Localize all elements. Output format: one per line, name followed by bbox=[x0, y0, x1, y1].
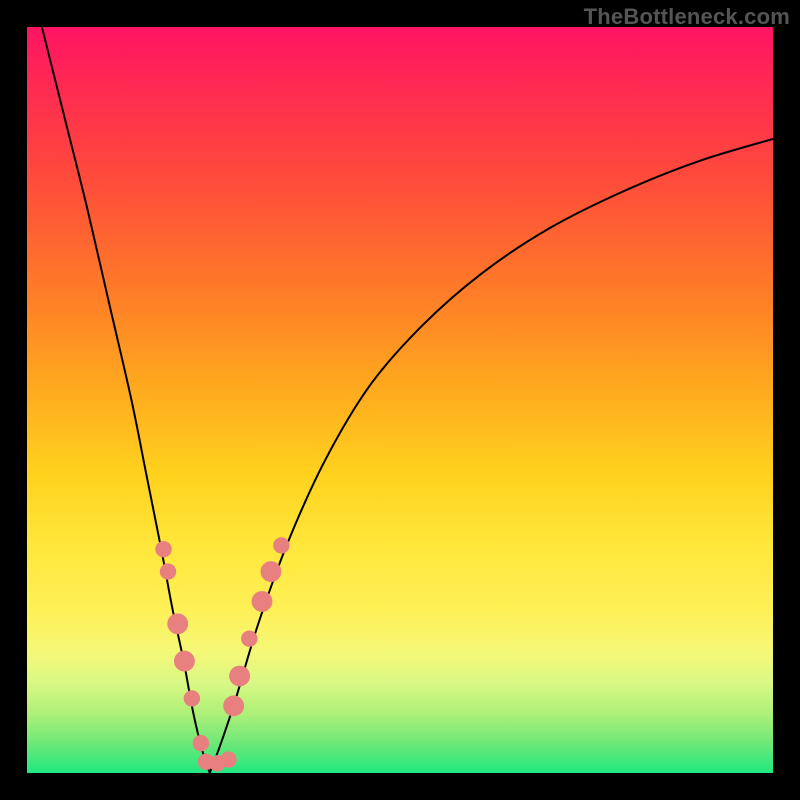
data-dot bbox=[193, 735, 209, 751]
data-dot bbox=[155, 541, 171, 557]
data-dot bbox=[220, 751, 236, 767]
data-dot bbox=[223, 695, 244, 716]
data-dot bbox=[174, 651, 195, 672]
data-dot bbox=[241, 631, 257, 647]
data-dot bbox=[167, 613, 188, 634]
curve-right bbox=[210, 139, 773, 773]
data-dot bbox=[260, 561, 281, 582]
data-dot bbox=[273, 537, 289, 553]
chart-svg bbox=[27, 27, 773, 773]
data-dot bbox=[229, 666, 250, 687]
curve-group bbox=[42, 27, 773, 773]
data-dot bbox=[184, 690, 200, 706]
data-dot bbox=[160, 563, 176, 579]
outer-frame: TheBottleneck.com bbox=[0, 0, 800, 800]
data-dot bbox=[252, 591, 273, 612]
